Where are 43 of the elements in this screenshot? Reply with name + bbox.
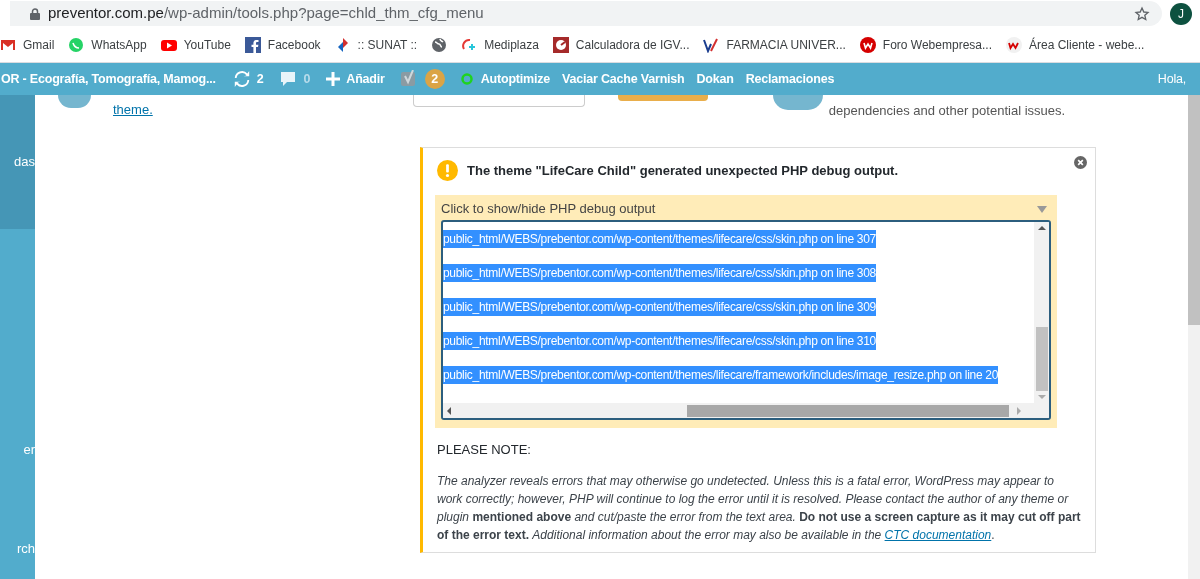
cross-icon [461, 36, 478, 53]
address-bar[interactable]: preventor.com.pe/wp-admin/tools.php?page=chld_thm_cfg_menu [10, 1, 1162, 26]
debug-output-field[interactable] [441, 220, 1051, 420]
calculator-icon [552, 36, 569, 53]
comment-icon [279, 71, 296, 87]
bookmark[interactable]: Foro Webempresa... [859, 35, 992, 54]
plus-icon [326, 72, 341, 86]
bookmark[interactable]: Mediplaza [461, 35, 539, 54]
lock-icon [30, 7, 40, 20]
check-icon [703, 36, 720, 53]
chat-bubble-icon [68, 36, 85, 53]
bookmark[interactable]: Área Cliente - webe... [1006, 35, 1145, 54]
status-circle-icon [460, 73, 473, 85]
count-badge: 2 [424, 69, 445, 89]
step-description: dependencies and other potential issues. [828, 102, 1066, 119]
notice-message: The theme "LifeCare Child" generated unexpected PHP debug output. [467, 161, 899, 180]
w-logo-icon [859, 36, 876, 53]
page-scrollbar[interactable] [1188, 95, 1200, 579]
bookmark[interactable]: :: SUNAT :: [334, 35, 418, 54]
bookmark[interactable]: WhatsApp [68, 35, 147, 54]
star-icon[interactable] [1134, 5, 1150, 22]
close-icon[interactable] [1074, 156, 1087, 169]
url-text: preventor.com.pe/wp-admin/tools.php?page=chld_thm_cfg_menu [48, 3, 484, 24]
profile-avatar[interactable]: J [1170, 2, 1192, 25]
note-text: The analyzer reveals errors that may otherwise go undetected. Unless this is a fatal error, WordPress may appear to work correctly; however, PHP will continue to log the error until it is resolved. Please contact the author of any theme or plugin mentioned above and cut/paste the error from the text area. Do not use a screen capture as it may cut off part of the error text. Additional information about the error may also be available in the CTC documentation. [437, 472, 1081, 544]
refresh-icon [232, 70, 251, 88]
bookmark[interactable]: Calculadora de IGV... [552, 35, 690, 54]
globe-icon [431, 36, 448, 53]
letter-f-icon [244, 36, 261, 53]
bookmark[interactable]: YouTube [160, 35, 231, 54]
bookmark[interactable]: Gmail [0, 35, 55, 54]
caret-icon [1037, 205, 1047, 213]
menu-item[interactable]: das [0, 95, 35, 229]
bookmark[interactable] [431, 36, 448, 53]
backup-link[interactable]: theme. [113, 100, 153, 118]
w-logo-icon [1006, 36, 1022, 53]
seo-logo-icon [400, 70, 417, 88]
accordion-toggle[interactable]: Click to show/hide PHP debug output [441, 201, 1051, 217]
bookmark[interactable]: Facebook [244, 35, 321, 54]
bookmark[interactable]: FARMACIA UNIVER... [703, 35, 846, 54]
note-heading: PLEASE NOTE: [437, 441, 532, 459]
vertical-scrollbar[interactable] [1034, 222, 1049, 403]
warning-icon [437, 160, 458, 181]
